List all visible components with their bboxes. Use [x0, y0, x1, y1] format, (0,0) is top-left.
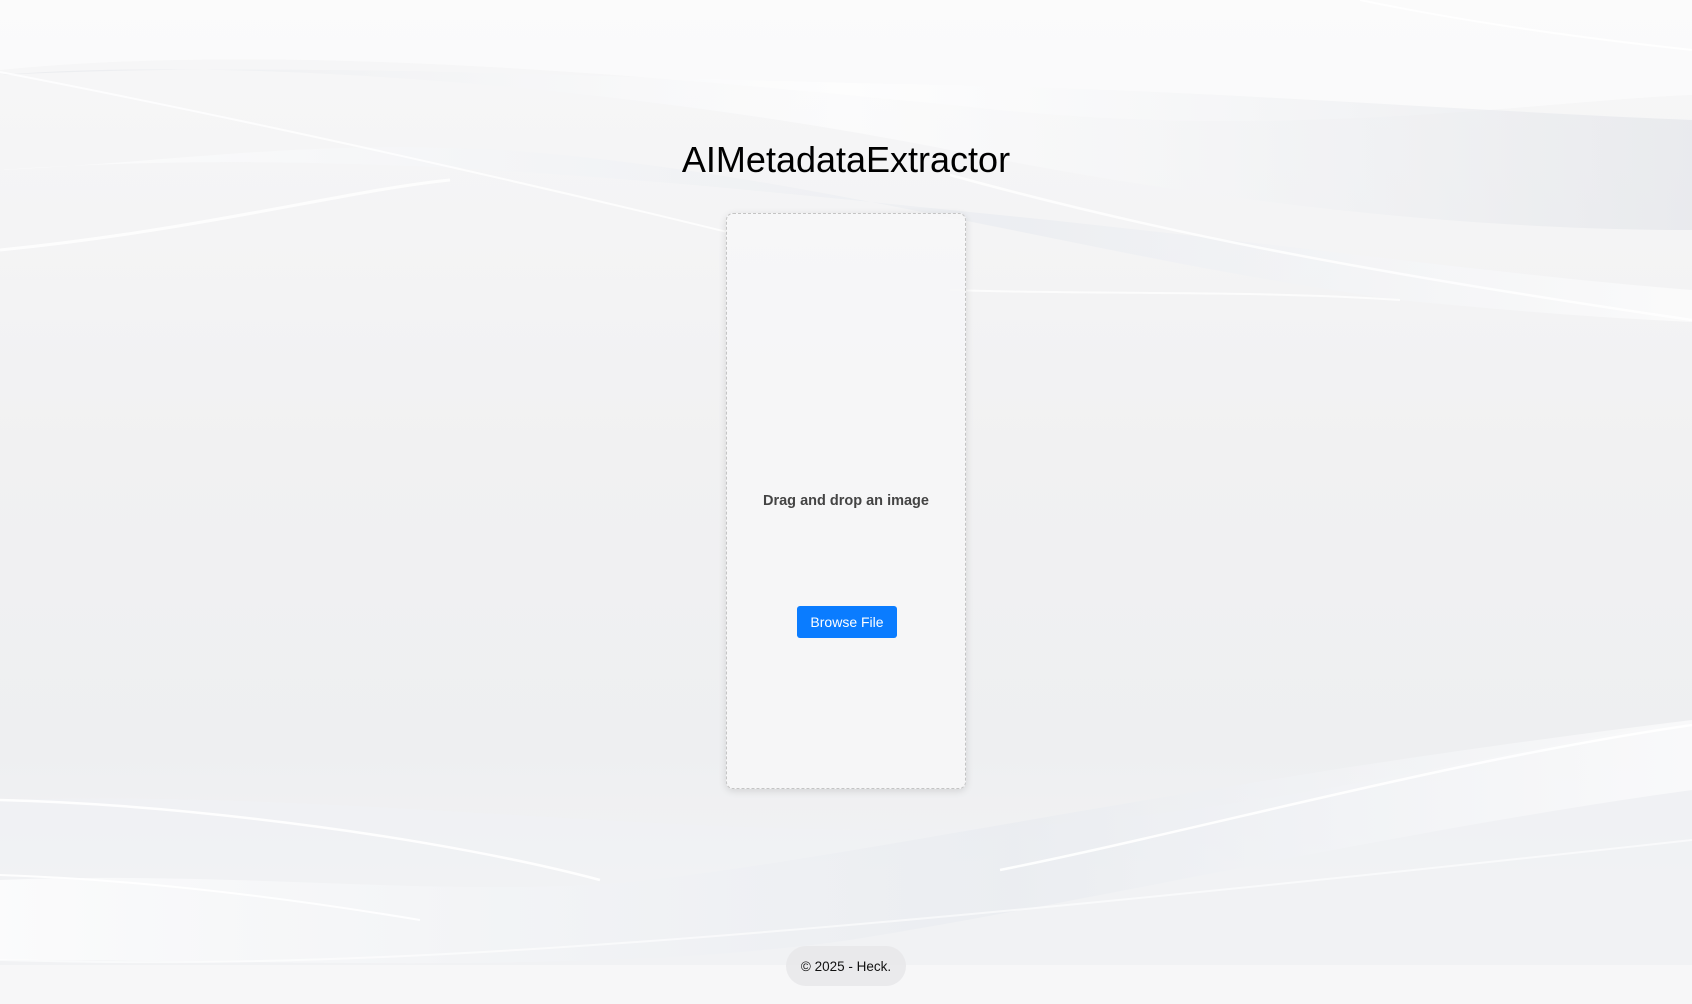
footer-copyright: © 2025 - Heck.	[786, 946, 906, 986]
drop-instruction: Drag and drop an image	[763, 493, 929, 509]
page-title: AIMetadataExtractor	[681, 139, 1011, 180]
image-drop-zone[interactable]: Drag and drop an image Browse File	[726, 213, 966, 789]
browse-file-button[interactable]: Browse File	[797, 606, 897, 638]
